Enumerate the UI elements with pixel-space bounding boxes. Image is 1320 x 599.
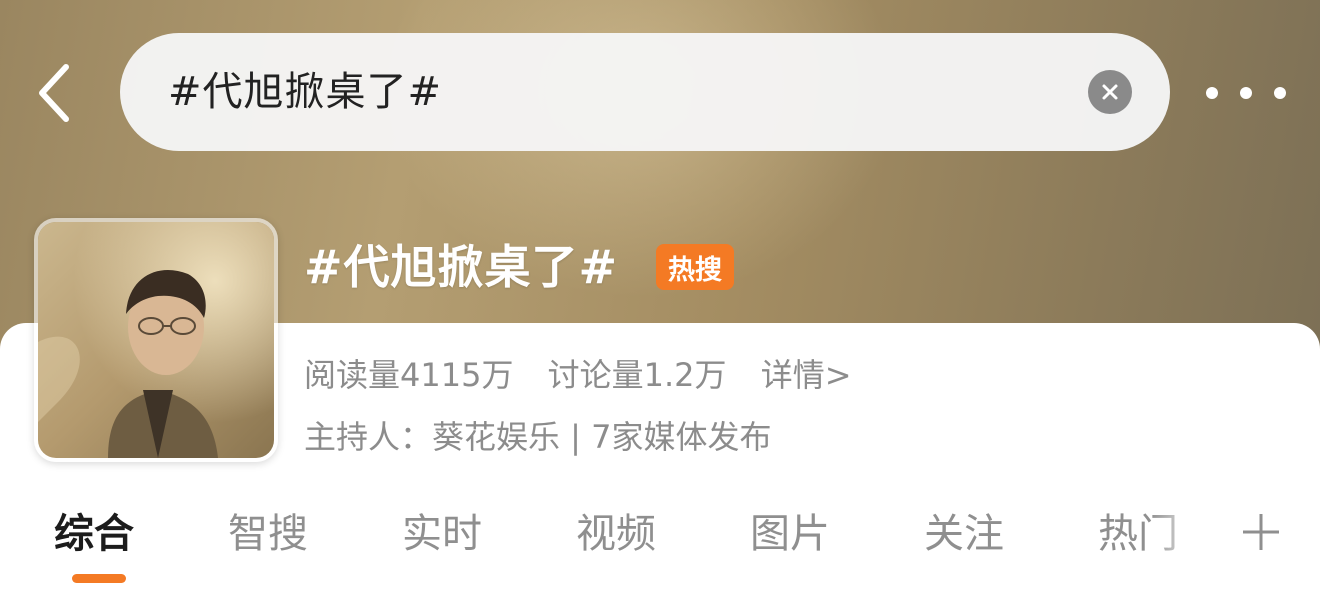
details-link[interactable]: 详情> bbox=[761, 356, 852, 394]
cover-portrait bbox=[38, 222, 274, 458]
clear-icon bbox=[1102, 84, 1118, 100]
search-query-text: #代旭掀桌了# bbox=[168, 69, 443, 115]
more-icon-dot bbox=[1274, 87, 1286, 99]
active-tab-indicator bbox=[72, 574, 126, 583]
more-icon-dot bbox=[1240, 87, 1252, 99]
topic-cover-image[interactable] bbox=[34, 218, 278, 462]
tab-images[interactable]: 图片 bbox=[750, 494, 830, 574]
back-button[interactable] bbox=[28, 60, 80, 126]
more-button[interactable] bbox=[1206, 76, 1286, 110]
chevron-left-icon bbox=[39, 64, 69, 122]
top-bar: #代旭掀桌了# bbox=[0, 0, 1320, 185]
discussion-count: 讨论量1.2万 bbox=[547, 356, 727, 394]
clear-button[interactable] bbox=[1088, 70, 1132, 114]
topic-stats: 阅读量4115万 讨论量1.2万 详情> bbox=[304, 350, 876, 400]
search-input[interactable]: #代旭掀桌了# bbox=[120, 33, 1170, 151]
tab-comprehensive[interactable]: 综合 bbox=[54, 494, 134, 574]
tab-overflow-fade bbox=[1150, 494, 1230, 574]
more-icon bbox=[1206, 87, 1218, 99]
add-tab-button[interactable] bbox=[1234, 505, 1288, 559]
tab-bar: 综合 智搜 实时 视频 图片 关注 热门 bbox=[0, 494, 1320, 574]
tab-following[interactable]: 关注 bbox=[924, 494, 1004, 574]
topic-host[interactable]: 主持人：葵花娱乐 | 7家媒体发布 bbox=[304, 412, 772, 462]
topic-title: #代旭掀桌了# bbox=[304, 240, 619, 294]
tab-smart-search[interactable]: 智搜 bbox=[228, 494, 308, 574]
plus-icon bbox=[1243, 514, 1279, 550]
read-count: 阅读量4115万 bbox=[304, 356, 514, 394]
hot-badge: 热搜 bbox=[656, 244, 734, 290]
tab-video[interactable]: 视频 bbox=[576, 494, 656, 574]
tab-realtime[interactable]: 实时 bbox=[402, 494, 482, 574]
